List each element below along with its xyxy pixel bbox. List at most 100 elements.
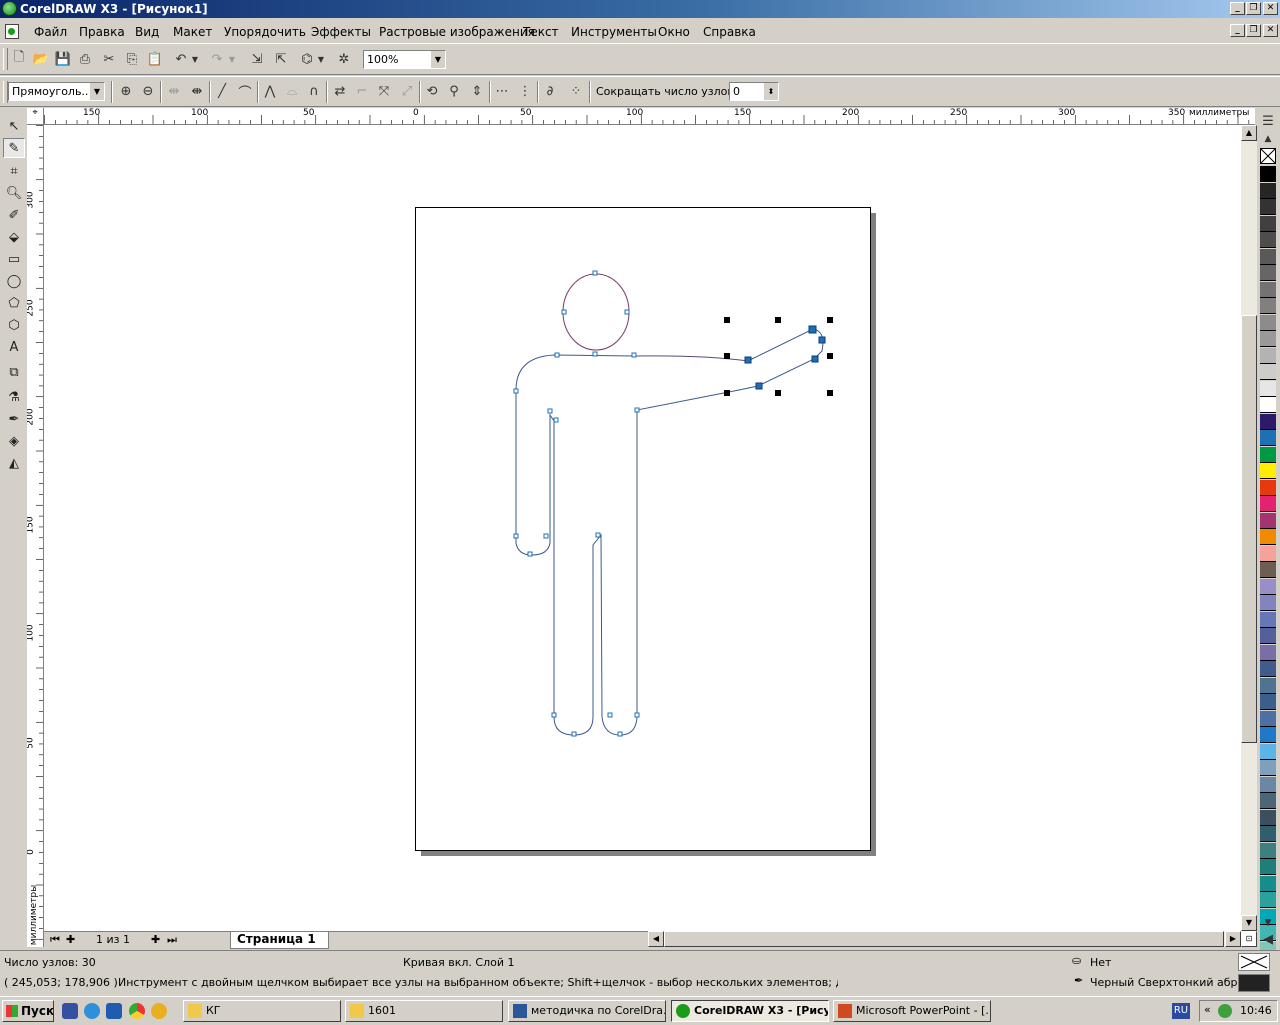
crop-tool-icon[interactable]: ⌗ bbox=[3, 161, 25, 181]
doc-minimize-button[interactable]: _ bbox=[1230, 24, 1245, 37]
color-swatch[interactable] bbox=[1260, 380, 1276, 397]
color-swatch[interactable] bbox=[1260, 248, 1276, 265]
color-swatch[interactable] bbox=[1260, 611, 1276, 628]
page-tab[interactable]: Страница 1 bbox=[230, 932, 329, 949]
eyedropper-tool-icon[interactable]: ⚗ bbox=[3, 387, 25, 407]
color-swatch[interactable] bbox=[1260, 859, 1276, 875]
color-swatch[interactable] bbox=[1260, 760, 1276, 776]
convert-to-line-icon[interactable]: ╱ bbox=[213, 82, 231, 100]
color-swatch[interactable] bbox=[1260, 413, 1276, 430]
color-swatch[interactable] bbox=[1260, 479, 1276, 496]
close-button[interactable]: ✕ bbox=[1263, 2, 1278, 15]
color-swatch[interactable] bbox=[1260, 331, 1276, 347]
ellipse-tool-icon[interactable]: ◯ bbox=[3, 271, 25, 291]
scroll-left-icon[interactable]: ◀ bbox=[648, 931, 664, 947]
spinner-arrows-icon[interactable]: ⬍ bbox=[763, 83, 778, 100]
cusp-node-icon[interactable]: ⋀ bbox=[261, 82, 279, 100]
ruler-origin[interactable]: ⌖ bbox=[27, 108, 44, 125]
align-nodes-icon[interactable]: ⚲ bbox=[445, 82, 463, 100]
outlook-icon[interactable] bbox=[106, 1003, 122, 1019]
coreldraw-app-icon[interactable] bbox=[2, 1, 17, 16]
tray-expand-icon[interactable]: « bbox=[1204, 1003, 1211, 1016]
palette-scroll-up-icon[interactable]: ▲ bbox=[1259, 130, 1277, 148]
delete-node-icon[interactable]: ⊖ bbox=[139, 82, 157, 100]
add-page-before-icon[interactable]: ✚ bbox=[66, 933, 75, 946]
rectangle-tool-icon[interactable]: ▭ bbox=[3, 249, 25, 269]
color-swatch[interactable] bbox=[1260, 743, 1276, 760]
zoom-tool-icon[interactable]: 🔍︎ bbox=[3, 183, 25, 203]
color-swatch[interactable] bbox=[1260, 463, 1276, 479]
task-folder-1601[interactable]: 1601 bbox=[345, 1000, 503, 1022]
smart-fill-tool-icon[interactable]: ⬙ bbox=[3, 227, 25, 247]
basic-shapes-tool-icon[interactable]: ⬡ bbox=[3, 315, 25, 335]
import-icon[interactable]: ⇲ bbox=[248, 50, 266, 68]
color-swatch[interactable] bbox=[1260, 694, 1276, 710]
color-swatch[interactable] bbox=[1260, 661, 1276, 677]
color-swatch[interactable] bbox=[1260, 578, 1276, 595]
vertical-scrollbar[interactable]: ▲ ▼ bbox=[1241, 125, 1257, 931]
rotate-nodes-icon[interactable]: ⟲ bbox=[423, 82, 441, 100]
color-swatch[interactable] bbox=[1260, 199, 1276, 215]
vertical-ruler[interactable]: 300 250 200 150 100 50 0 миллиметры bbox=[27, 125, 44, 947]
menu-effects[interactable]: Эффекты bbox=[311, 25, 371, 39]
pick-tool-icon[interactable]: ↖ bbox=[3, 116, 25, 136]
color-swatch[interactable] bbox=[1260, 232, 1276, 248]
language-indicator[interactable]: RU bbox=[1172, 1003, 1190, 1019]
doc-restore-button[interactable]: ❐ bbox=[1246, 24, 1261, 37]
freehand-tool-icon[interactable]: ✐ bbox=[3, 205, 25, 225]
body-curve[interactable] bbox=[515, 328, 824, 736]
color-swatch[interactable] bbox=[1260, 562, 1276, 578]
restore-button[interactable]: ❐ bbox=[1246, 2, 1261, 15]
menu-layout[interactable]: Макет bbox=[173, 25, 212, 39]
color-swatch[interactable] bbox=[1260, 182, 1276, 199]
zoom-combo[interactable]: 100% ▼ bbox=[363, 50, 446, 69]
color-swatch[interactable] bbox=[1260, 595, 1276, 611]
mirror-nodes-icon[interactable]: ⇕ bbox=[468, 82, 486, 100]
color-swatch[interactable] bbox=[1260, 364, 1276, 380]
horizontal-ruler[interactable]: 150 100 50 0 50 100 150 200 250 300 350 … bbox=[44, 108, 1255, 125]
vertical-reflect-icon[interactable]: ⋮ bbox=[516, 82, 534, 100]
color-swatch[interactable] bbox=[1260, 809, 1276, 826]
elastic-mode-icon[interactable]: ∂ bbox=[541, 82, 559, 100]
color-swatch[interactable] bbox=[1260, 826, 1276, 842]
polygon-tool-icon[interactable]: ⬠ bbox=[3, 293, 25, 313]
fill-tool-icon[interactable]: ◈ bbox=[3, 431, 25, 451]
task-coreldraw[interactable]: CorelDRAW X3 - [Рису... bbox=[671, 1000, 829, 1022]
palette-menu-icon[interactable]: ☰ bbox=[1259, 112, 1277, 130]
color-swatch[interactable] bbox=[1260, 875, 1276, 892]
color-swatch[interactable] bbox=[1260, 496, 1276, 512]
interactive-fill-tool-icon[interactable]: ◭ bbox=[3, 453, 25, 473]
new-document-icon[interactable]: 🗋 bbox=[10, 50, 28, 68]
color-swatch[interactable] bbox=[1260, 446, 1276, 463]
color-swatch[interactable] bbox=[1260, 892, 1276, 908]
color-swatch[interactable] bbox=[1260, 842, 1276, 859]
no-color-swatch[interactable] bbox=[1260, 148, 1276, 164]
color-swatch[interactable] bbox=[1260, 347, 1276, 364]
color-swatch[interactable] bbox=[1260, 776, 1276, 793]
menu-file[interactable]: Файл bbox=[34, 25, 67, 39]
reduce-nodes-spinner[interactable]: 0 ⬍ bbox=[729, 82, 779, 101]
color-swatch[interactable] bbox=[1260, 677, 1276, 694]
text-tool-icon[interactable]: A bbox=[3, 337, 25, 357]
menu-arrange[interactable]: Упорядочить bbox=[224, 25, 306, 39]
color-swatch[interactable] bbox=[1260, 529, 1276, 545]
add-node-icon[interactable]: ⊕ bbox=[117, 82, 135, 100]
palette-expand-icon[interactable]: ◀ bbox=[1259, 930, 1277, 948]
break-curve-icon[interactable]: ⇼ bbox=[188, 82, 206, 100]
color-swatch[interactable] bbox=[1260, 710, 1276, 727]
scroll-up-icon[interactable]: ▲ bbox=[1241, 125, 1257, 141]
task-folder-kg[interactable]: КГ bbox=[183, 1000, 341, 1022]
media-player-icon[interactable] bbox=[151, 1003, 167, 1019]
corel-online-icon[interactable]: ✲ bbox=[335, 50, 353, 68]
show-desktop-icon[interactable] bbox=[62, 1003, 78, 1019]
scroll-right-icon[interactable]: ▶ bbox=[1225, 931, 1241, 947]
selected-nodes[interactable] bbox=[744, 325, 826, 390]
color-swatch[interactable] bbox=[1260, 628, 1276, 644]
last-page-icon[interactable]: ⏭ bbox=[167, 933, 177, 947]
menu-window[interactable]: Окно bbox=[658, 25, 690, 39]
horizontal-reflect-icon[interactable]: ⋯ bbox=[493, 82, 511, 100]
copy-icon[interactable]: ⎘ bbox=[123, 50, 141, 68]
color-swatch[interactable] bbox=[1260, 793, 1276, 809]
color-swatch[interactable] bbox=[1260, 397, 1276, 413]
color-swatch[interactable] bbox=[1260, 281, 1276, 298]
